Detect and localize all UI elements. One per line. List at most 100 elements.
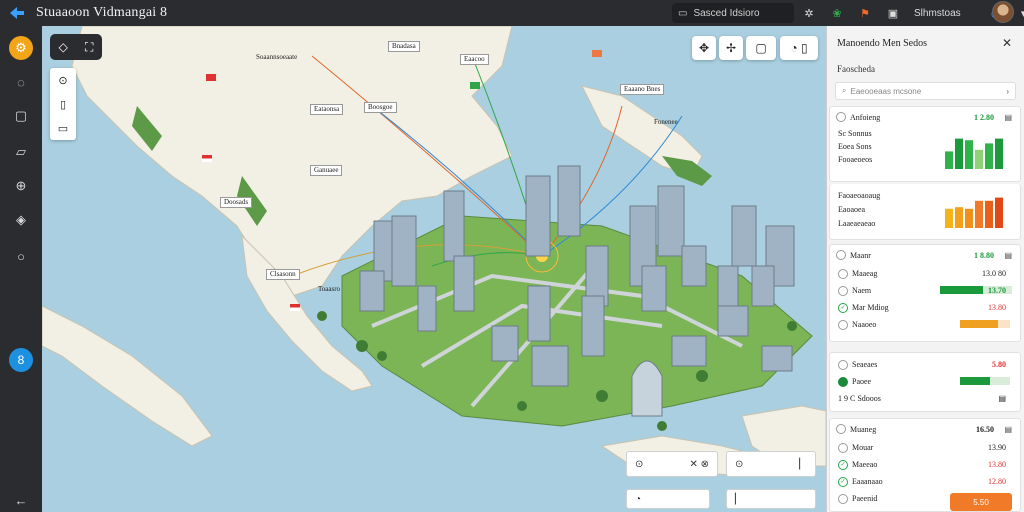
list-item: Maaeag 13.0 80 — [830, 265, 1020, 282]
info-icon[interactable]: 8 — [9, 348, 33, 372]
map-canvas — [42, 26, 826, 477]
row-value: 13.80 — [988, 460, 1006, 469]
menu-icon[interactable]: ▤ — [998, 394, 1006, 403]
details-panel: Manoendo Men Sedos ✕ Faoscheda ⌕ Eaeooea… — [826, 26, 1024, 512]
marker-icon: ▏ — [735, 493, 743, 505]
crosshair-tool-icon[interactable]: ✢ — [719, 36, 743, 60]
target-icon[interactable]: ⊙ — [50, 68, 76, 92]
row-label: Paeenid — [852, 494, 878, 503]
stats-card-4[interactable]: Seaeaes 5.80 Paoee 1 9 C Sdooos ▤ — [829, 352, 1021, 412]
select-tool-icon[interactable]: ▢ — [746, 36, 776, 60]
pan-tool-icon[interactable]: ✥ — [692, 36, 716, 60]
flag-icon — [206, 74, 216, 81]
zoom-out-button[interactable]: ▭ — [50, 116, 76, 140]
chevron-right-icon: › — [1006, 86, 1009, 96]
row-label: Mar Mdiog — [852, 303, 889, 312]
pin-icon: ◇ — [58, 40, 68, 54]
divider-icon: ▏ — [799, 458, 807, 470]
stats-card-3[interactable]: Maanr 1 8.80 ▤ Maaeag 13.0 80 Naem 13.70… — [829, 244, 1021, 342]
green-bar-chart — [945, 138, 1003, 169]
card-value: 1 2.80 — [974, 112, 994, 122]
stats-card-5[interactable]: Muaneg 16.50 ▤ Mouar 13.90 ✓ Maeeao 13.8… — [829, 418, 1021, 512]
dropdown-icon[interactable]: ▾ — [1015, 3, 1024, 23]
radio-icon — [836, 112, 846, 122]
row-label: Seaeaes — [852, 360, 878, 369]
stats-card-2[interactable]: Faoaeoaoaug Eaoaoea Laaeaeaeao — [829, 184, 1021, 240]
map-label[interactable]: Fonenee — [654, 118, 678, 126]
bottom-input-left[interactable]: ◔ — [626, 489, 710, 509]
measure-tool-icon[interactable]: ◔ ▯ — [780, 36, 818, 60]
radio-icon — [836, 424, 846, 434]
row-label: Maaeag — [852, 269, 878, 278]
mini-bar — [965, 140, 973, 169]
map-label[interactable]: Eaacoo — [460, 54, 489, 65]
map-label[interactable]: Bnadasa — [388, 41, 420, 52]
mini-bar — [985, 200, 993, 228]
progress-bar — [960, 320, 1010, 328]
bottom-control-right[interactable]: ⊙ ▏ — [726, 451, 816, 477]
close-icon[interactable]: ✕ — [1002, 36, 1012, 51]
zoom-panel: ⊙ ▯ ▭ — [50, 68, 76, 140]
card-title: Muaneg — [850, 424, 877, 434]
back-arrow-icon[interactable]: ← — [9, 488, 33, 512]
settings-gear-icon[interactable]: ⚙ — [9, 36, 33, 60]
layer-toggle[interactable]: ◇ ⛶ — [50, 34, 102, 60]
map-label[interactable]: Ganuaee — [310, 165, 343, 176]
progress-bar — [960, 377, 1010, 385]
row-label: 1 9 C Sdooos — [838, 394, 881, 403]
compass-icon[interactable]: ⊕ — [9, 174, 33, 198]
info-circle-icon: ⊙ — [635, 458, 644, 470]
leaf-icon[interactable]: ❀ — [828, 3, 846, 23]
row-label: Paoee — [852, 377, 872, 386]
mini-bar — [945, 151, 953, 169]
row-value: 13.0 80 — [982, 269, 1006, 278]
radio-icon — [838, 493, 848, 504]
check-icon: ✓ — [838, 302, 848, 313]
map-label[interactable]: Eataonsa — [310, 104, 344, 115]
window-icon[interactable]: ▣ — [884, 3, 902, 23]
top-search-input[interactable]: ▭ Sasced Idsioro — [672, 3, 794, 23]
map-label[interactable]: Toaasro — [318, 285, 340, 293]
map-view[interactable]: Bnadasa Soaannsoeaate Eaacoo Eataonsa Bo… — [42, 26, 826, 512]
list-item: Seaeaes 5.80 — [830, 356, 1020, 373]
row-label: Naaoeo — [852, 320, 877, 329]
panel-search-input[interactable]: ⌕ Eaeooeaas mcsone › — [835, 82, 1016, 100]
map-label[interactable]: Boosgoe — [364, 102, 397, 113]
bottom-control-left[interactable]: ⊙ ✕ ⊗ — [626, 451, 718, 477]
avatar[interactable] — [992, 1, 1014, 23]
card-header: Maanr 1 8.80 ▤ — [830, 245, 1020, 265]
map-label[interactable]: Eaaano Bnes — [620, 84, 665, 95]
map-label[interactable]: Soaannsoeaate — [256, 53, 297, 61]
search-circle-icon: ⊙ — [735, 458, 744, 470]
panel-title: Manoendo Men Sedos — [837, 37, 927, 49]
message-icon[interactable]: ○ — [9, 244, 33, 268]
mini-bar — [985, 143, 993, 169]
zoom-in-button[interactable]: ▯ — [50, 92, 76, 116]
card-value: 1 8.80 — [974, 250, 994, 260]
comment-icon[interactable]: ▱ — [9, 140, 33, 164]
row-value: 13.80 — [988, 303, 1006, 312]
menu-icon[interactable]: ▤ — [1004, 113, 1012, 122]
top-search-text: Sasced Idsioro — [693, 7, 760, 19]
action-button[interactable]: 5.50 — [950, 493, 1012, 511]
flag-icon — [290, 304, 300, 311]
stats-card-1[interactable]: Anfoieng 1 2.80 ▤ Sc Sonnus Eoea Sons Fo… — [829, 106, 1021, 182]
radio-icon — [838, 442, 848, 453]
flag-icon — [592, 50, 602, 57]
map-label[interactable]: Clsasonn — [266, 269, 300, 280]
mini-bar — [945, 208, 953, 228]
radio-icon — [838, 268, 848, 279]
document-icon[interactable]: ▢ — [9, 104, 33, 128]
settings-icon[interactable]: ✲ — [800, 3, 818, 23]
mini-bar — [975, 200, 983, 228]
app-title: Stuaaoon Vidmangai 8 — [36, 5, 168, 20]
menu-icon[interactable]: ▤ — [1004, 425, 1012, 434]
bottom-input-right[interactable]: ▏ — [726, 489, 816, 509]
list-item: Mouar 13.90 — [830, 439, 1020, 456]
menu-icon[interactable]: ▤ — [1004, 251, 1012, 260]
map-label[interactable]: Doosads — [220, 197, 253, 208]
alert-icon[interactable]: ⚑ — [856, 3, 874, 23]
layers-icon[interactable]: ◈ — [9, 208, 33, 232]
chat-bubble-icon[interactable]: ◌ — [9, 70, 33, 94]
radio-filled-icon — [838, 376, 848, 387]
